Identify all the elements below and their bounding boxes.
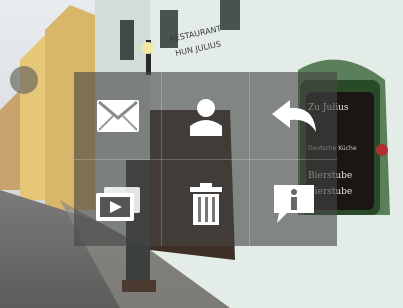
- mail-button[interactable]: [74, 72, 161, 159]
- quick-action-menu: [74, 72, 337, 246]
- slideshow-icon: [94, 185, 142, 223]
- back-icon: [270, 98, 318, 134]
- contact-icon: [186, 96, 226, 136]
- contact-button[interactable]: [162, 72, 249, 159]
- info-button[interactable]: [250, 160, 337, 247]
- trash-icon: [189, 182, 223, 225]
- slideshow-button[interactable]: [74, 160, 161, 247]
- mail-icon: [95, 98, 141, 134]
- back-button[interactable]: [250, 72, 337, 159]
- delete-button[interactable]: [162, 160, 249, 247]
- info-icon: [271, 183, 317, 225]
